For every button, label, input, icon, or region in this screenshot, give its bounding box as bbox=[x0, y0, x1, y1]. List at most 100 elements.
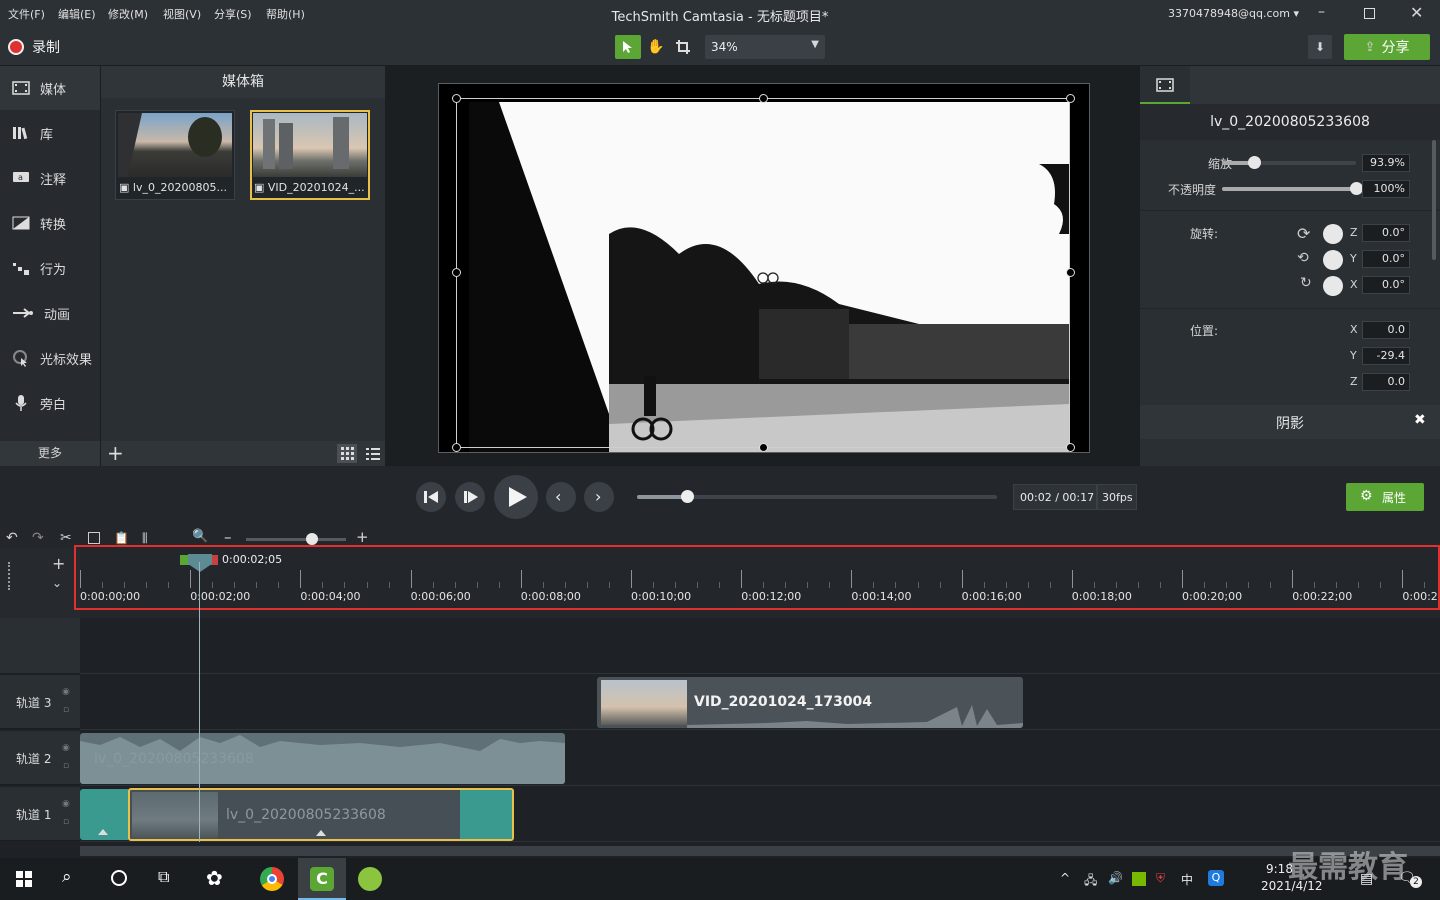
chevron-down-icon[interactable]: ⌄ bbox=[52, 576, 62, 590]
scale-input[interactable]: 93.9% bbox=[1362, 154, 1410, 172]
pinwheel-app-icon[interactable]: ✿ bbox=[206, 866, 223, 890]
restore-button[interactable] bbox=[1364, 8, 1375, 19]
nav-library[interactable]: 库 bbox=[0, 111, 100, 155]
rotate-x-input[interactable]: 0.0° bbox=[1362, 276, 1410, 294]
previous-marker-button[interactable]: ‹ bbox=[546, 482, 576, 512]
resize-handle[interactable] bbox=[452, 94, 461, 103]
clip-vid-20201024[interactable]: VID_20201024_173004 bbox=[597, 677, 1023, 728]
nav-annotations[interactable]: a 注释 bbox=[0, 156, 100, 200]
playback-thumb[interactable] bbox=[681, 490, 694, 503]
windows-start-icon[interactable] bbox=[16, 871, 32, 887]
lock-icon[interactable]: ▫ bbox=[63, 761, 69, 771]
scale-slider[interactable] bbox=[1222, 156, 1356, 169]
cut-button[interactable]: ✂ bbox=[60, 530, 72, 546]
clip-handle[interactable] bbox=[316, 830, 326, 836]
position-z-input[interactable]: 0.0 bbox=[1362, 373, 1410, 391]
resize-handle[interactable] bbox=[452, 268, 461, 277]
volume-icon[interactable]: 🔊 bbox=[1108, 871, 1123, 885]
shadow-section-header[interactable]: 阴影 ✖ bbox=[1140, 405, 1440, 439]
qq-icon[interactable]: Q bbox=[1208, 870, 1224, 886]
select-tool-button[interactable] bbox=[615, 35, 641, 59]
media-item-lv0[interactable]: ▣ lv_0_20200805... bbox=[115, 110, 235, 200]
timeline-zoom-thumb[interactable] bbox=[306, 533, 318, 545]
melon-app-icon[interactable] bbox=[358, 867, 382, 891]
eye-icon[interactable]: ◉ bbox=[62, 687, 70, 697]
nav-transitions[interactable]: 转换 bbox=[0, 201, 100, 245]
chrome-icon[interactable] bbox=[260, 867, 284, 891]
track-height-handle[interactable] bbox=[8, 562, 14, 590]
position-y-input[interactable]: -29.4 bbox=[1362, 347, 1410, 365]
nav-more-button[interactable]: 更多 bbox=[0, 441, 100, 466]
rotate-z-input[interactable]: 0.0° bbox=[1362, 224, 1410, 242]
rotate-y-input[interactable]: 0.0° bbox=[1362, 250, 1410, 268]
nav-behaviors[interactable]: 行为 bbox=[0, 246, 100, 290]
pan-tool-button[interactable]: ✋ bbox=[643, 35, 669, 59]
security-shield-icon[interactable]: ⛨ bbox=[1156, 871, 1165, 886]
previous-frame-button[interactable] bbox=[416, 482, 446, 512]
add-track-button[interactable]: + bbox=[52, 554, 65, 573]
track-2-header[interactable]: 轨道 2 ◉ ▫ bbox=[0, 731, 80, 785]
crop-tool-button[interactable] bbox=[670, 35, 696, 59]
opacity-slider[interactable] bbox=[1222, 182, 1363, 195]
timeline-scrollbar[interactable] bbox=[80, 846, 1440, 856]
redo-button[interactable]: ↷ bbox=[32, 530, 44, 546]
zoom-in-button[interactable]: + bbox=[356, 528, 369, 546]
grid-view-button[interactable] bbox=[337, 444, 357, 463]
copy-button[interactable] bbox=[88, 532, 100, 544]
tab-visual-properties[interactable] bbox=[1140, 66, 1190, 104]
lock-icon[interactable]: ▫ bbox=[63, 817, 69, 827]
resize-handle[interactable] bbox=[759, 443, 768, 452]
track-1-header[interactable]: 轨道 1 ◉ ▫ bbox=[0, 787, 80, 841]
resize-handle[interactable] bbox=[452, 443, 461, 452]
rotate-x-dial[interactable] bbox=[1323, 276, 1343, 296]
zoom-out-button[interactable]: – bbox=[224, 528, 232, 546]
resize-handle[interactable] bbox=[1066, 268, 1075, 277]
camtasia-taskbar-button[interactable]: C bbox=[298, 858, 346, 900]
clip-lv0-track1-selected[interactable]: lv_0_20200805233608 bbox=[128, 788, 514, 841]
transition-clip[interactable] bbox=[80, 789, 130, 840]
play-button[interactable] bbox=[494, 475, 538, 519]
search-icon[interactable]: ⌕ bbox=[62, 867, 72, 887]
nav-cursor-effects[interactable]: 光标效果 bbox=[0, 336, 100, 380]
nav-media[interactable]: 媒体 bbox=[0, 66, 100, 110]
resize-handle[interactable] bbox=[759, 94, 768, 103]
eye-icon[interactable]: ◉ bbox=[62, 743, 70, 753]
timeline-zoom-slider[interactable] bbox=[246, 533, 346, 545]
resize-handle[interactable] bbox=[1066, 443, 1075, 452]
cortana-icon[interactable] bbox=[111, 870, 127, 886]
nav-animations[interactable]: 动画 bbox=[0, 291, 100, 335]
media-item-vid[interactable]: ▣ VID_20201024_... bbox=[250, 110, 370, 200]
undo-button[interactable]: ↶ bbox=[6, 530, 18, 546]
remove-shadow-button[interactable]: ✖ bbox=[1414, 412, 1426, 428]
transition-handle[interactable] bbox=[98, 829, 108, 835]
add-media-button[interactable]: + bbox=[107, 441, 124, 465]
rotate-y-dial[interactable] bbox=[1323, 250, 1343, 270]
nvidia-icon[interactable] bbox=[1132, 872, 1146, 886]
close-button[interactable]: ✕ bbox=[1410, 3, 1423, 22]
account-menu[interactable]: 3370478948@qq.com ▾ bbox=[1168, 7, 1299, 20]
center-handle[interactable] bbox=[757, 272, 779, 284]
lock-icon[interactable]: ▫ bbox=[63, 705, 69, 715]
rotate-z-dial[interactable] bbox=[1323, 224, 1343, 244]
clip-lv0-track2[interactable]: lv_0_20200805233608 bbox=[80, 733, 565, 784]
minimize-button[interactable]: – bbox=[1318, 4, 1325, 20]
resize-handle[interactable] bbox=[1066, 94, 1075, 103]
nav-voice-narration[interactable]: 旁白 bbox=[0, 381, 100, 425]
transition-clip-end[interactable] bbox=[460, 790, 512, 839]
share-button[interactable]: ⇪ 分享 bbox=[1344, 34, 1430, 60]
paste-button[interactable]: 📋 bbox=[114, 531, 129, 545]
split-button[interactable]: ⫼ bbox=[142, 531, 148, 546]
network-icon[interactable]: 🖧 bbox=[1084, 871, 1097, 892]
tray-expand-icon[interactable]: ^ bbox=[1060, 871, 1070, 885]
task-view-icon[interactable]: ⧉ bbox=[158, 867, 169, 887]
zoom-select[interactable]: 34% ▼ bbox=[705, 35, 825, 59]
ime-indicator[interactable]: 中 bbox=[1181, 871, 1193, 888]
download-button[interactable]: ⬇ bbox=[1308, 35, 1332, 59]
position-x-input[interactable]: 0.0 bbox=[1362, 321, 1410, 339]
list-view-button[interactable] bbox=[363, 444, 383, 463]
preview-canvas[interactable] bbox=[438, 83, 1090, 453]
opacity-input[interactable]: 100% bbox=[1362, 180, 1410, 198]
next-marker-button[interactable]: › bbox=[584, 482, 614, 512]
playback-scrubber[interactable] bbox=[637, 490, 997, 503]
record-button[interactable]: 录制 bbox=[8, 37, 60, 57]
